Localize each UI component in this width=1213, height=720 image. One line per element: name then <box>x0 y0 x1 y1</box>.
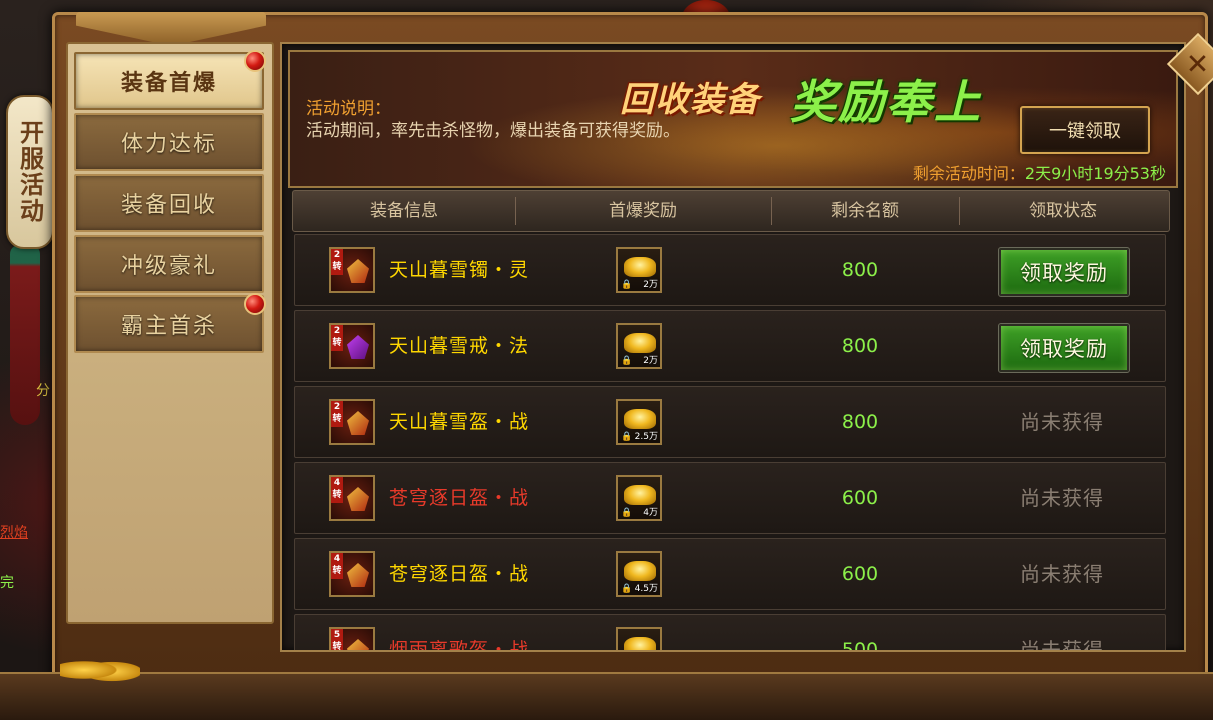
bottom-bar <box>0 672 1213 720</box>
table-row: 2转 天山暮雪戒・法 🔒 2万 800 领取奖励 <box>294 310 1166 382</box>
helmet-icon <box>347 411 369 435</box>
close-icon: ✕ <box>1186 47 1210 81</box>
lock-icon: 🔒 <box>621 508 633 518</box>
bracelet-icon <box>347 259 369 283</box>
side-fragment-text: 分 <box>36 383 50 399</box>
gold-ingot-icon <box>624 485 656 505</box>
claim-reward-button[interactable]: 领取奖励 <box>998 323 1130 373</box>
reward-amount: 4.5万 <box>634 584 658 594</box>
claim-all-button[interactable]: 一键领取 <box>1020 106 1150 154</box>
menu-item-boss-first-kill[interactable]: 霸主首杀 <box>74 293 266 353</box>
reward-icon[interactable] <box>616 627 662 650</box>
gold-ingot-icon <box>624 257 656 277</box>
tier-badge: 4转 <box>331 477 343 503</box>
remaining-slots: 600 <box>841 487 879 509</box>
server-event-banner-label: 开服活动 <box>15 120 45 224</box>
gold-ingot-icon <box>624 637 656 650</box>
menu-item-label: 装备回收 <box>120 193 217 218</box>
helmet-icon <box>347 487 369 511</box>
menu-item-recycle[interactable]: 装备回收 <box>74 174 264 232</box>
remaining-slots: 800 <box>841 335 879 357</box>
equipment-name: 苍穹逐日盔・战 <box>389 563 530 585</box>
header-equipment-info: 装备信息 <box>370 201 438 221</box>
ring-icon <box>347 335 369 359</box>
menu-item-level-gift[interactable]: 冲级豪礼 <box>74 235 264 293</box>
table-row: 4转 苍穹逐日盔・战 🔒 4.5万 600 尚未获得 <box>294 538 1166 610</box>
tier-badge: 2转 <box>331 249 343 275</box>
lock-icon: 🔒 <box>621 280 633 290</box>
event-banner: 活动说明： 活动期间，率先击杀怪物，爆出装备可获得奖励。 回收装备 奖励奉上 一… <box>288 50 1178 188</box>
tier-badge: 4转 <box>331 553 343 579</box>
equipment-name: 天山暮雪镯・灵 <box>389 259 530 281</box>
gold-ingot-icon <box>624 409 656 429</box>
menu-item-stamina[interactable]: 体力达标 <box>74 113 264 171</box>
equipment-name: 苍穹逐日盔・战 <box>389 487 530 509</box>
equipment-icon[interactable]: 4转 <box>329 475 375 521</box>
table-row: 4转 苍穹逐日盔・战 🔒 4万 600 尚未获得 <box>294 462 1166 534</box>
banner-title-reward: 奖励奉上 <box>790 75 982 129</box>
status-not-obtained: 尚未获得 <box>1020 638 1104 652</box>
reward-icon[interactable]: 🔒 2万 <box>616 247 662 293</box>
reward-icon[interactable]: 🔒 2万 <box>616 323 662 369</box>
header-remaining-slots: 剩余名额 <box>831 201 899 221</box>
reward-icon[interactable]: 🔒 4.5万 <box>616 551 662 597</box>
gold-ingot-icon <box>624 561 656 581</box>
table-row: 2转 天山暮雪镯・灵 🔒 2万 800 领取奖励 <box>294 234 1166 306</box>
header-first-drop-reward: 首爆奖励 <box>609 201 677 221</box>
helmet-icon <box>347 563 369 587</box>
remaining-slots: 800 <box>841 259 879 281</box>
reward-amount: 2万 <box>643 356 658 366</box>
reward-icon[interactable]: 🔒 4万 <box>616 475 662 521</box>
red-dot-icon <box>244 50 266 72</box>
menu-item-label: 装备首爆 <box>120 71 217 96</box>
lock-icon: 🔒 <box>621 584 633 594</box>
side-fragment-text: 完 <box>0 575 14 591</box>
tier-badge: 2转 <box>331 325 343 351</box>
helmet-icon <box>347 639 369 650</box>
banner-title-recycle: 回收装备 <box>620 80 760 120</box>
remaining-time: 剩余活动时间：2天9小时19分53秒 <box>913 160 1166 184</box>
reward-amount: 2.5万 <box>634 432 658 442</box>
remaining-slots: 600 <box>841 563 879 585</box>
menu-item-label: 体力达标 <box>120 132 217 157</box>
remaining-slots: 800 <box>841 411 879 433</box>
status-not-obtained: 尚未获得 <box>1020 562 1104 586</box>
remaining-time-value: 2天9小时19分53秒 <box>1024 164 1166 183</box>
menu-item-label: 冲级豪礼 <box>120 254 217 279</box>
table-header: 装备信息 首爆奖励 剩余名额 领取状态 <box>292 190 1170 232</box>
status-not-obtained: 尚未获得 <box>1020 410 1104 434</box>
main-panel: 活动说明： 活动期间，率先击杀怪物，爆出装备可获得奖励。 回收装备 奖励奉上 一… <box>280 42 1186 652</box>
lock-icon: 🔒 <box>621 356 633 366</box>
tier-badge: 2转 <box>331 401 343 427</box>
gold-ingot-icon <box>624 333 656 353</box>
table-row: 2转 天山暮雪盔・战 🔒 2.5万 800 尚未获得 <box>294 386 1166 458</box>
table-row: 5转 烟雨离歌盔・战 500 尚未获得 <box>294 614 1166 652</box>
remaining-slots: 500 <box>841 639 879 652</box>
server-event-banner[interactable]: 开服活动 <box>6 95 54 249</box>
reward-amount: 2万 <box>643 280 658 290</box>
equipment-name: 天山暮雪盔・战 <box>389 411 530 433</box>
lock-icon: 🔒 <box>621 432 633 442</box>
equipment-icon[interactable]: 5转 <box>329 627 375 650</box>
equipment-name: 天山暮雪戒・法 <box>389 335 530 357</box>
claim-reward-button[interactable]: 领取奖励 <box>998 247 1130 297</box>
equipment-icon[interactable]: 4转 <box>329 551 375 597</box>
red-dot-icon <box>244 293 266 315</box>
equipment-name: 烟雨离歌盔・战 <box>389 639 530 652</box>
menu-item-label: 霸主首杀 <box>120 314 217 339</box>
tier-badge: 5转 <box>331 629 343 650</box>
equipment-icon[interactable]: 2转 <box>329 247 375 293</box>
reward-amount: 4万 <box>643 508 658 518</box>
coins-decoration-icon <box>60 655 140 685</box>
menu-item-first-drop[interactable]: 装备首爆 <box>74 50 266 110</box>
reward-icon[interactable]: 🔒 2.5万 <box>616 399 662 445</box>
equipment-icon[interactable]: 2转 <box>329 323 375 369</box>
header-claim-status: 领取状态 <box>1029 201 1097 221</box>
equipment-icon[interactable]: 2转 <box>329 399 375 445</box>
remaining-time-label: 剩余活动时间： <box>912 164 1025 183</box>
side-fragment-text: 烈焰 <box>0 525 28 541</box>
status-not-obtained: 尚未获得 <box>1020 486 1104 510</box>
